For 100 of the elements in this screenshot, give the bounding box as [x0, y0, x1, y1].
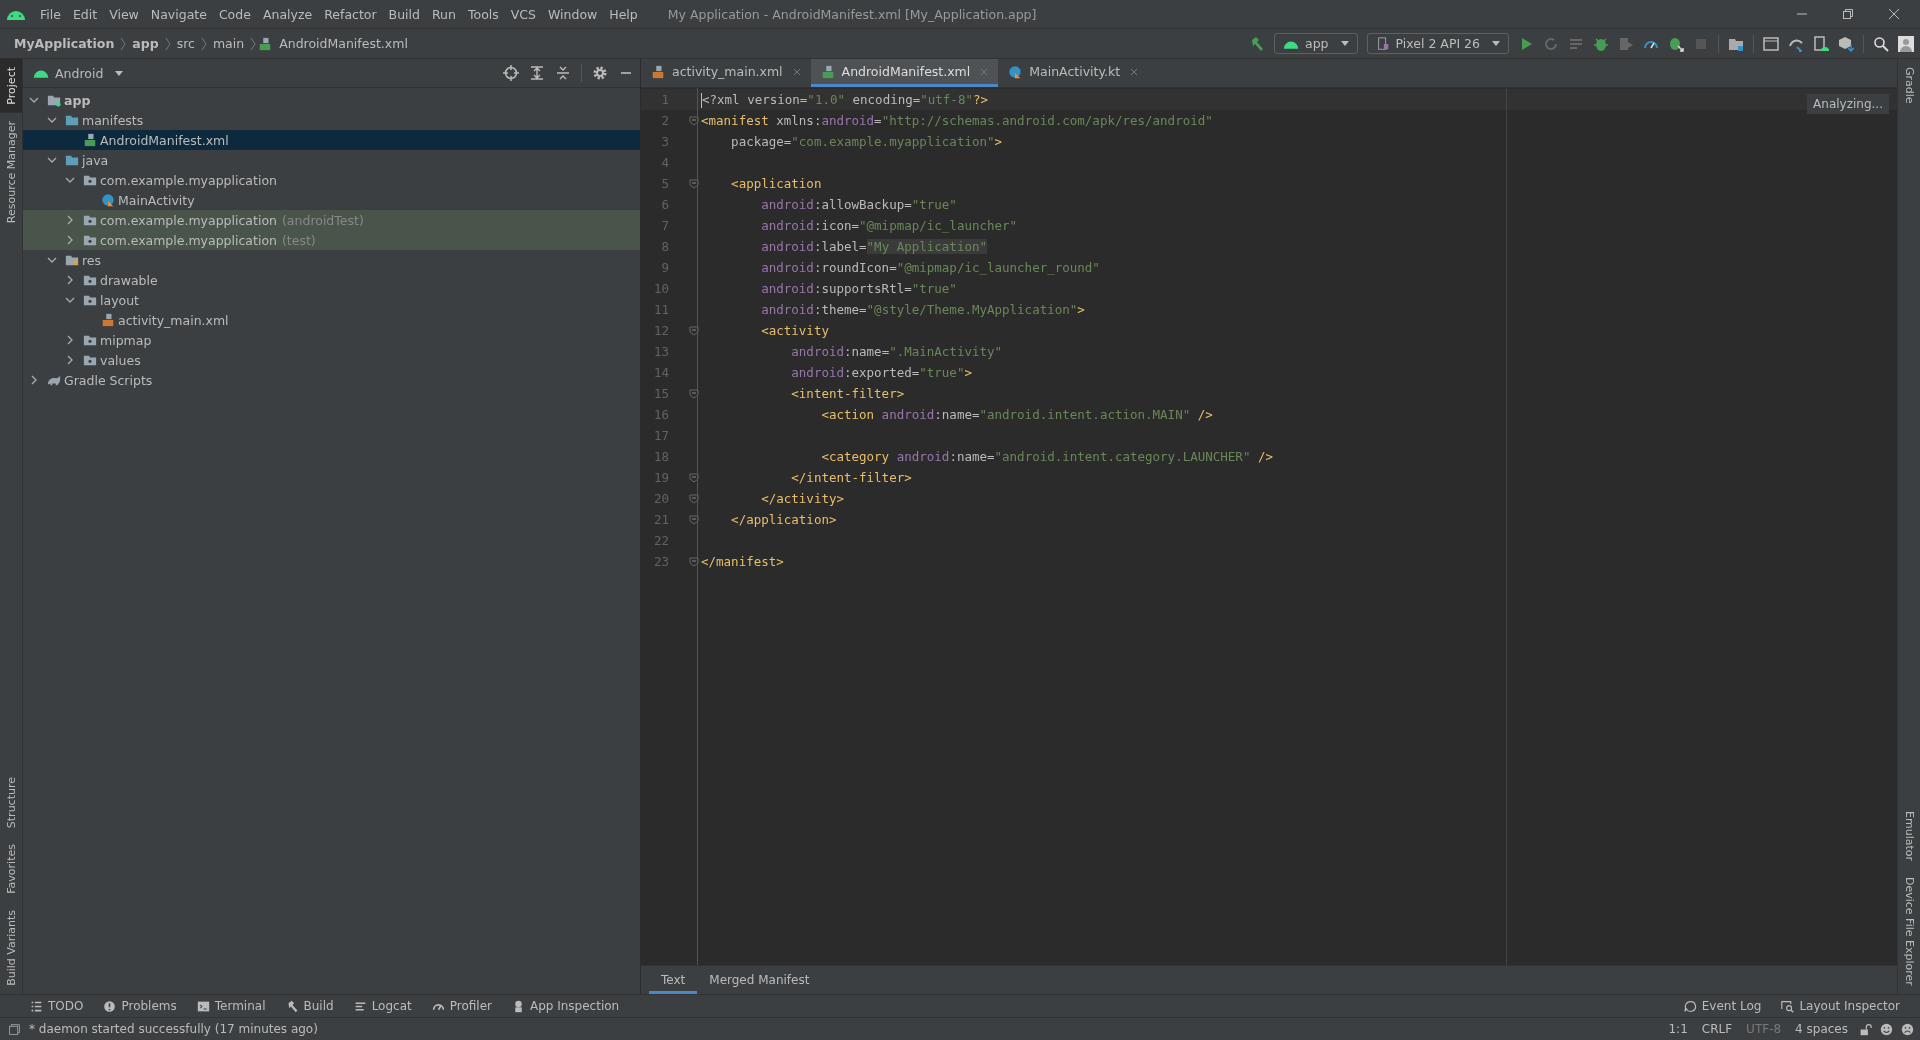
breadcrumb-item[interactable]: AndroidManifest.xml: [275, 36, 412, 51]
tool-window-button[interactable]: App Inspection: [511, 999, 620, 1013]
tree-item[interactable]: com.example.myapplication: [23, 170, 640, 190]
fold-marker-icon[interactable]: [689, 325, 699, 336]
fold-marker-icon[interactable]: [689, 115, 699, 126]
caret-position[interactable]: 1:1: [1665, 1022, 1691, 1036]
tree-item[interactable]: drawable: [23, 270, 640, 290]
line-number: 9: [660, 260, 669, 275]
breadcrumb-item[interactable]: main: [208, 36, 249, 51]
tool-window-tab[interactable]: Device File Explorer: [1898, 869, 1920, 994]
fold-marker-icon[interactable]: [689, 388, 699, 399]
hammer-icon[interactable]: [1249, 35, 1265, 52]
tree-item[interactable]: com.example.myapplication (test): [23, 230, 640, 250]
locate-icon[interactable]: [503, 65, 519, 81]
tree-item[interactable]: Gradle Scripts: [23, 370, 640, 390]
menu-item[interactable]: Tools: [461, 6, 505, 22]
sad-face-icon[interactable]: [1901, 1022, 1914, 1036]
tool-window-button[interactable]: Terminal: [196, 999, 266, 1013]
fold-marker-icon[interactable]: [689, 493, 699, 504]
window-icon[interactable]: [1763, 35, 1779, 52]
line-separator[interactable]: CRLF: [1698, 1022, 1736, 1036]
search-icon[interactable]: [1873, 35, 1889, 52]
panel-toggle-icon[interactable]: [8, 1022, 21, 1036]
tool-window-tab[interactable]: Project: [0, 59, 22, 113]
account-avatar-icon[interactable]: [1898, 35, 1914, 52]
tool-window-button[interactable]: Layout Inspector: [1781, 999, 1900, 1013]
line-number: 21: [652, 512, 669, 527]
editor-tab[interactable]: activity_main.xml: [641, 59, 811, 87]
tree-item[interactable]: layout: [23, 290, 640, 310]
tool-window-tab[interactable]: Structure: [0, 769, 22, 837]
code-line: android:name=".MainActivity": [790, 344, 1003, 359]
breadcrumb-item[interactable]: MyApplication: [10, 36, 119, 51]
bug-arrow-icon[interactable]: [1668, 35, 1684, 52]
close-icon[interactable]: [1888, 8, 1900, 20]
menu-item[interactable]: Help: [603, 6, 644, 22]
breadcrumb-item[interactable]: app: [128, 36, 163, 51]
expand-all-icon[interactable]: [529, 65, 545, 81]
tree-item[interactable]: MainActivity: [23, 190, 640, 210]
settings-icon[interactable]: [592, 65, 608, 81]
layout-file-icon: [651, 64, 665, 79]
editor-mode-tab[interactable]: Merged Manifest: [697, 969, 822, 994]
code-line: <?xml version="1.0" encoding="utf-8"?>: [701, 91, 988, 108]
run-config-dropdown[interactable]: app: [1274, 33, 1358, 54]
tree-item[interactable]: AndroidManifest.xml: [23, 130, 640, 150]
menu-item[interactable]: Code: [212, 6, 257, 22]
tool-window-button[interactable]: TODO: [30, 999, 84, 1013]
code-line: android:icon="@mipmap/ic_launcher": [760, 218, 1018, 233]
tree-item[interactable]: com.example.myapplication (androidTest): [23, 210, 640, 230]
device-dropdown[interactable]: Pixel 2 API 26: [1366, 33, 1509, 54]
menu-item[interactable]: View: [103, 6, 145, 22]
tool-window-tab[interactable]: Build Variants: [0, 902, 22, 994]
tree-item[interactable]: values: [23, 350, 640, 370]
tool-window-button[interactable]: Build: [285, 999, 334, 1013]
menu-item[interactable]: Refactor: [318, 6, 383, 22]
collapse-all-icon[interactable]: [555, 65, 571, 81]
chevron-icon[interactable]: [29, 375, 39, 385]
device-manager-icon[interactable]: [1813, 35, 1829, 52]
tool-window-tab[interactable]: Emulator: [1898, 803, 1920, 870]
line-number: 18: [652, 449, 669, 464]
restore-icon[interactable]: [1842, 8, 1854, 20]
menu-item[interactable]: Edit: [66, 6, 104, 22]
tree-item[interactable]: activity_main.xml: [23, 310, 640, 330]
tool-window-button[interactable]: Event Log: [1683, 999, 1762, 1013]
sdk-manager-icon[interactable]: [1838, 35, 1854, 52]
tool-window-tab[interactable]: Resource Manager: [0, 112, 22, 231]
project-view-dropdown[interactable]: Android: [29, 65, 128, 81]
line-number: 8: [660, 239, 669, 254]
lock-icon[interactable]: [1859, 1022, 1872, 1036]
menu-item[interactable]: Build: [382, 6, 426, 22]
tree-item[interactable]: java: [23, 150, 640, 170]
close-icon[interactable]: [1130, 67, 1139, 76]
bug-icon[interactable]: [1593, 35, 1609, 52]
menu-item[interactable]: Run: [426, 6, 462, 22]
code-line: </manifest>: [701, 554, 784, 569]
tree-item[interactable]: manifests: [23, 110, 640, 130]
tree-item[interactable]: res: [23, 250, 640, 270]
menu-item[interactable]: Window: [542, 6, 604, 22]
indent-setting[interactable]: 4 spaces: [1792, 1022, 1851, 1036]
tool-window-button[interactable]: Profiler: [431, 999, 492, 1013]
menu-item[interactable]: Analyze: [256, 6, 319, 22]
tool-window-tab[interactable]: Gradle: [1898, 59, 1920, 112]
tree-item[interactable]: app: [23, 90, 640, 110]
tool-window-button[interactable]: Logcat: [353, 999, 412, 1013]
menu-item[interactable]: VCS: [504, 6, 542, 22]
breadcrumb-item[interactable]: src: [172, 36, 199, 51]
menu-item[interactable]: Navigate: [144, 6, 213, 22]
tree-item[interactable]: mipmap: [23, 330, 640, 350]
fold-marker-icon[interactable]: [689, 178, 699, 189]
editor-mode-tab[interactable]: Text: [649, 969, 698, 994]
editor-tab[interactable]: AndroidManifest.xml: [810, 59, 999, 87]
close-icon[interactable]: [792, 67, 801, 76]
tool-window-tab[interactable]: Favorites: [0, 836, 22, 903]
fold-marker-icon[interactable]: [689, 556, 699, 567]
fold-marker-icon[interactable]: [689, 472, 699, 483]
menu-item[interactable]: File: [34, 6, 67, 22]
editor-tab[interactable]: MainActivity.kt: [998, 59, 1149, 87]
fold-marker-icon[interactable]: [689, 514, 699, 525]
tool-window-button[interactable]: Problems: [103, 999, 177, 1013]
code-line: <application: [730, 176, 822, 191]
smiley-icon[interactable]: [1880, 1022, 1893, 1036]
